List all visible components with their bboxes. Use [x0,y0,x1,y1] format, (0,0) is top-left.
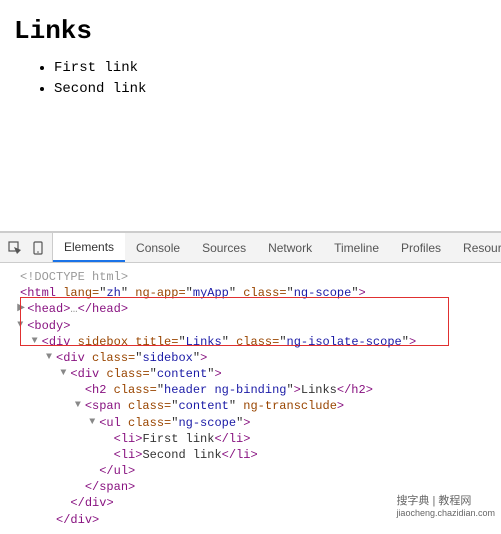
dom-li[interactable]: <li>Second link</li> [10,447,497,463]
watermark: 搜字典 | 教程网 jiaocheng.chazidian.com [396,492,495,518]
dom-ul[interactable]: ▼<ul class="ng-scope"> [10,415,497,431]
dom-ul-close[interactable]: </ul> [10,463,497,479]
list-item: First link [54,58,487,79]
dom-sidebox[interactable]: ▼<div sidebox title="Links" class="ng-is… [10,334,497,350]
devtools-panel: Elements Console Sources Network Timelin… [0,231,501,534]
tab-elements[interactable]: Elements [53,233,125,262]
dom-doctype[interactable]: <!DOCTYPE html> [10,269,497,285]
inspect-icon[interactable] [8,241,22,255]
tab-network[interactable]: Network [257,233,323,262]
tab-console[interactable]: Console [125,233,191,262]
devtools-tabbar: Elements Console Sources Network Timelin… [0,233,501,263]
tab-sources[interactable]: Sources [191,233,257,262]
dom-div-content[interactable]: ▼<div class="content"> [10,366,497,382]
dom-span[interactable]: ▼<span class="content" ng-transclude> [10,398,497,414]
tab-profiles[interactable]: Profiles [390,233,452,262]
page-heading: Links [14,16,487,46]
dom-h2[interactable]: <h2 class="header ng-binding">Links</h2> [10,382,497,398]
elements-tree[interactable]: <!DOCTYPE html> <html lang="zh" ng-app="… [0,263,501,525]
devtools-toolbar [0,233,53,262]
tab-resources[interactable]: Resource [452,233,501,262]
dom-div-sidebox[interactable]: ▼<div class="sidebox"> [10,350,497,366]
rendered-page: Links First link Second link [0,0,501,231]
list-item: Second link [54,79,487,100]
dom-li[interactable]: <li>First link</li> [10,431,497,447]
device-icon[interactable] [32,241,44,255]
link-list: First link Second link [14,58,487,100]
tab-timeline[interactable]: Timeline [323,233,390,262]
